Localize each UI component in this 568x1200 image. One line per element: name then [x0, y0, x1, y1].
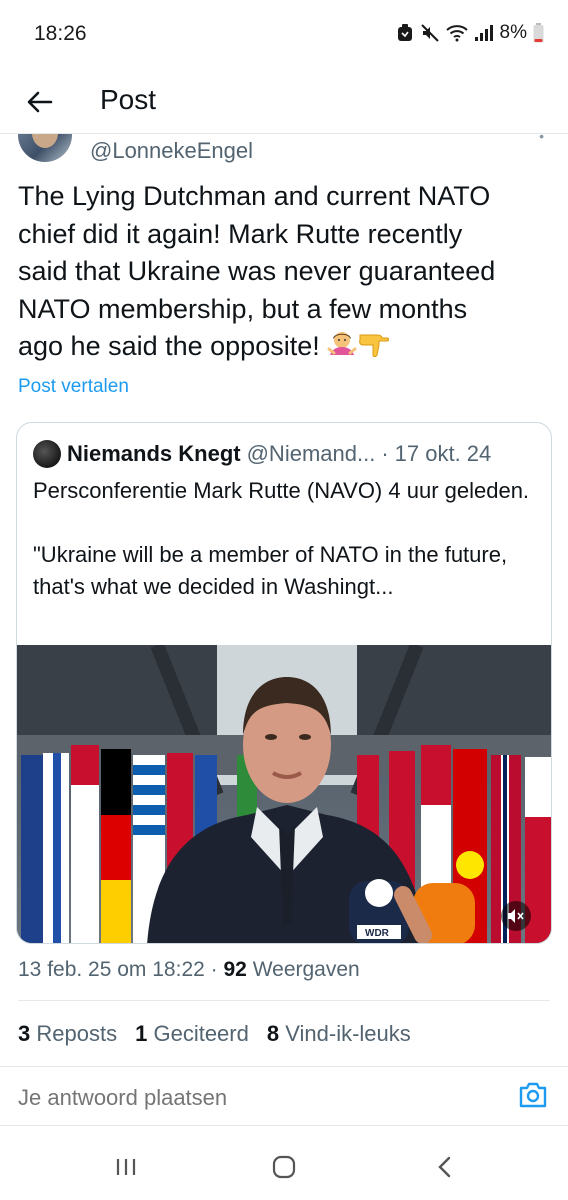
- battery-percent: 8%: [499, 22, 527, 43]
- divider: [18, 1000, 550, 1001]
- mute-button[interactable]: [501, 901, 531, 931]
- quotes-label: Geciteerd: [153, 1021, 249, 1046]
- mute-icon: [420, 24, 439, 42]
- separator-dot: ·: [210, 958, 218, 981]
- quoted-post-date: 17 okt. 24: [394, 441, 492, 466]
- back-chevron-icon: [438, 1156, 451, 1178]
- post-text-line: ago he said the opposite!: [18, 331, 328, 361]
- avatar: [33, 440, 61, 468]
- recent-apps-icon: [116, 1159, 136, 1175]
- quotes-stat[interactable]: 1 Geciteerd: [135, 1021, 249, 1047]
- author-handle[interactable]: @LonnekeEngel: [90, 138, 253, 164]
- camera-icon: [519, 1082, 547, 1108]
- mic-label: WDR: [365, 928, 389, 939]
- more-options-icon[interactable]: •: [539, 134, 544, 144]
- woman-shrugging-emoji: [327, 329, 357, 370]
- system-back-button[interactable]: [424, 1150, 464, 1184]
- post-text: The Lying Dutchman and current NATO chie…: [18, 178, 553, 370]
- battery-low-icon: [533, 23, 544, 43]
- views-count: 92: [223, 958, 247, 981]
- status-time: 18:26: [34, 22, 87, 45]
- quoted-post-header: Niemands Knegt @Niemand... · 17 okt. 24: [33, 439, 543, 469]
- translate-post-link[interactable]: Post vertalen: [18, 376, 129, 398]
- quoted-author-name: Niemands Knegt: [67, 441, 241, 466]
- recent-apps-button[interactable]: [106, 1150, 146, 1184]
- home-icon: [272, 1155, 296, 1179]
- post-timestamp: 13 feb. 25 om 18:22: [18, 958, 205, 981]
- reply-bar: [0, 1066, 568, 1126]
- post-text-line: The Lying Dutchman and current NATO: [18, 181, 491, 211]
- post-text-line: NATO membership, but a few months: [18, 293, 468, 324]
- wifi-icon: [445, 25, 468, 42]
- signal-icon: [474, 25, 493, 41]
- reposts-label: Reposts: [36, 1021, 118, 1046]
- arrow-left-icon: [27, 91, 53, 113]
- post-text-line-last: ago he said the opposite!: [18, 328, 553, 370]
- page-title: Post: [100, 84, 157, 115]
- pointing-down-emoji: [357, 329, 391, 370]
- quotes-count: 1: [135, 1021, 148, 1046]
- avatar[interactable]: [18, 134, 72, 162]
- status-bar: 18:26 8%: [0, 0, 568, 70]
- likes-stat[interactable]: 8 Vind-ik-leuks: [267, 1021, 411, 1047]
- views-label: Weergaven: [252, 958, 360, 981]
- speaker-muted-icon: [508, 909, 524, 923]
- camera-button[interactable]: [518, 1081, 550, 1113]
- post-stats: 3 Reposts 1 Geciteerd 8 Vind-ik-leuks: [18, 1021, 411, 1047]
- header: Post: [0, 72, 568, 134]
- post-text-line: said that Ukraine was never guaranteed: [18, 256, 496, 286]
- reposts-stat[interactable]: 3 Reposts: [18, 1021, 117, 1047]
- reposts-count: 3: [18, 1021, 31, 1046]
- separator-dot: ·: [381, 441, 389, 466]
- home-button[interactable]: [264, 1150, 304, 1184]
- post-meta: 13 feb. 25 om 18:22 · 92 Weergaven: [18, 958, 360, 982]
- quoted-video[interactable]: WDR: [17, 645, 551, 943]
- android-nav-bar: [0, 1130, 568, 1200]
- post-text-line: chief did it again! Mark Rutte recently: [18, 218, 463, 249]
- status-icons: 8%: [396, 22, 544, 44]
- quoted-post-text: Persconferentie Mark Rutte (NAVO) 4 uur …: [33, 478, 530, 599]
- video-frame: [17, 645, 551, 943]
- likes-count: 8: [266, 1021, 280, 1046]
- alarm-icon: [397, 24, 412, 41]
- author-row: @LonnekeEngel •: [0, 134, 568, 170]
- reply-input[interactable]: [18, 1085, 458, 1111]
- quoted-post-card[interactable]: Niemands Knegt @Niemand... · 17 okt. 24 …: [16, 422, 552, 944]
- quoted-author-handle: @Niemand...: [246, 441, 376, 466]
- back-button[interactable]: [20, 82, 60, 122]
- likes-label: Vind-ik-leuks: [285, 1021, 411, 1046]
